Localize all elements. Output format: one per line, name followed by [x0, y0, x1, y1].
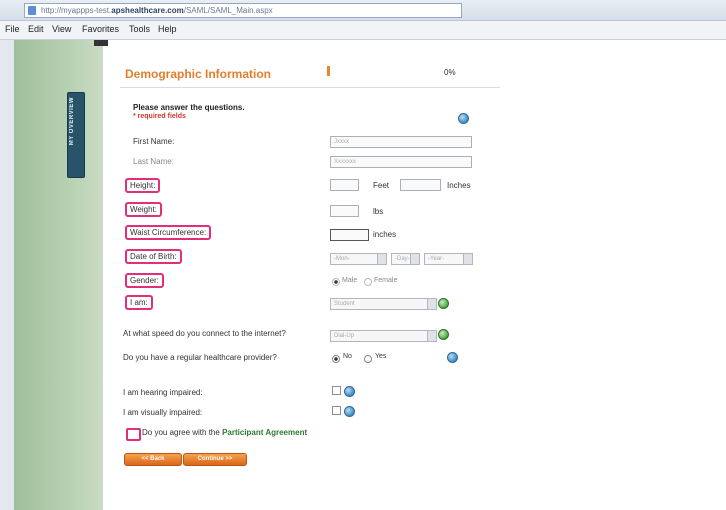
help-icon[interactable]	[438, 298, 449, 309]
required-note: * required fields	[133, 113, 186, 120]
gender-male-radio[interactable]	[332, 278, 340, 286]
menu-edit[interactable]: Edit	[28, 24, 44, 34]
weight-label: Weight:	[125, 202, 162, 217]
menu-view[interactable]: View	[52, 24, 71, 34]
chevron-down-icon	[410, 254, 419, 264]
page-icon	[28, 6, 36, 15]
chevron-down-icon	[377, 254, 386, 264]
hearing-impaired-label: I am hearing impaired:	[123, 388, 203, 397]
url-prefix: http://myappps-test.	[41, 6, 112, 15]
chevron-down-icon	[463, 254, 472, 264]
sidebar	[14, 40, 103, 510]
dob-year-value: -Year-	[428, 256, 445, 262]
menu-favorites[interactable]: Favorites	[82, 24, 119, 34]
first-name-label: First Name:	[133, 137, 175, 146]
back-button[interactable]: << Back	[124, 453, 182, 466]
my-overview-tab[interactable]: MY OVERVIEW	[67, 92, 85, 178]
i-am-label: I am:	[125, 295, 153, 310]
dob-month-select[interactable]: -Mon-	[330, 253, 387, 265]
tab-stub	[94, 40, 108, 46]
dob-year-select[interactable]: -Year-	[424, 253, 473, 265]
header-divider	[120, 87, 500, 88]
agreement-row: Do you agree with the Participant Agreem…	[142, 428, 307, 437]
visually-impaired-checkbox[interactable]	[332, 406, 341, 415]
dob-month-value: -Mon-	[334, 256, 350, 262]
help-icon[interactable]	[458, 113, 469, 124]
height-label: Height:	[125, 178, 161, 193]
lbs-label: lbs	[373, 207, 384, 216]
first-name-field[interactable]: Jxxxx	[330, 136, 472, 148]
internet-speed-value: Dial-Up	[334, 333, 355, 339]
url-field[interactable]: http://myappps-test.apshealthcare.com/SA…	[24, 3, 462, 18]
url-path: /SAML/SAML_Main.aspx	[183, 6, 273, 15]
dob-day-value: -Day-	[395, 256, 410, 262]
dob-day-select[interactable]: -Day-	[391, 253, 420, 265]
visually-impaired-label: I am visually impaired:	[123, 408, 203, 417]
provider-label: Do you have a regular healthcare provide…	[123, 353, 277, 362]
last-name-field[interactable]: Xxxxxxx	[330, 156, 472, 168]
i-am-select[interactable]: Student	[330, 298, 437, 310]
agreement-label: Do you agree with the	[142, 428, 220, 437]
chevron-down-icon	[427, 331, 436, 341]
gender-label: Gender:	[125, 273, 164, 288]
progress-marker	[327, 66, 330, 76]
last-name-label: Last Name:	[133, 157, 174, 166]
waist-field[interactable]	[330, 229, 369, 241]
hearing-impaired-checkbox[interactable]	[332, 386, 341, 395]
instructions: Please answer the questions.	[133, 103, 245, 112]
provider-yes-label: Yes	[375, 353, 387, 360]
sidebar-tab-label: MY OVERVIEW	[69, 97, 75, 146]
waist-unit-label: inches	[373, 230, 397, 239]
provider-yes-radio[interactable]	[364, 355, 372, 363]
provider-no-radio[interactable]	[332, 355, 340, 363]
address-bar: http://myappps-test.apshealthcare.com/SA…	[0, 0, 726, 21]
height-inches-field[interactable]	[400, 179, 441, 191]
help-icon[interactable]	[438, 329, 449, 340]
weight-field[interactable]	[330, 205, 359, 217]
feet-label: Feet	[373, 181, 390, 190]
help-icon[interactable]	[344, 386, 355, 397]
help-icon[interactable]	[344, 406, 355, 417]
participant-agreement-link[interactable]: Participant Agreement	[222, 428, 307, 437]
menu-tools[interactable]: Tools	[129, 24, 150, 34]
waist-label: Waist Circumference:	[125, 225, 212, 240]
internet-speed-label: At what speed do you connect to the inte…	[123, 329, 286, 338]
left-frame	[0, 40, 15, 510]
progress-percent: 0%	[444, 68, 456, 77]
provider-no-label: No	[343, 353, 352, 360]
menu-file[interactable]: File	[5, 24, 20, 34]
inches-label: Inches	[447, 181, 471, 190]
height-feet-field[interactable]	[330, 179, 359, 191]
agreement-checkbox[interactable]	[126, 428, 141, 441]
continue-button[interactable]: Continue >>	[183, 453, 247, 466]
url-host: apshealthcare.com	[111, 6, 184, 15]
menu-help[interactable]: Help	[158, 24, 177, 34]
dob-label: Date of Birth:	[125, 249, 182, 264]
help-icon[interactable]	[447, 352, 458, 363]
gender-female-label: Female	[374, 277, 398, 284]
gender-female-radio[interactable]	[364, 278, 372, 286]
chevron-down-icon	[427, 299, 436, 309]
page-title: Demographic Information	[125, 67, 272, 81]
i-am-value: Student	[334, 301, 355, 307]
internet-speed-select[interactable]: Dial-Up	[330, 330, 437, 342]
gender-male-label: Male	[342, 277, 358, 284]
menu-bar: File Edit View Favorites Tools Help	[0, 21, 726, 40]
